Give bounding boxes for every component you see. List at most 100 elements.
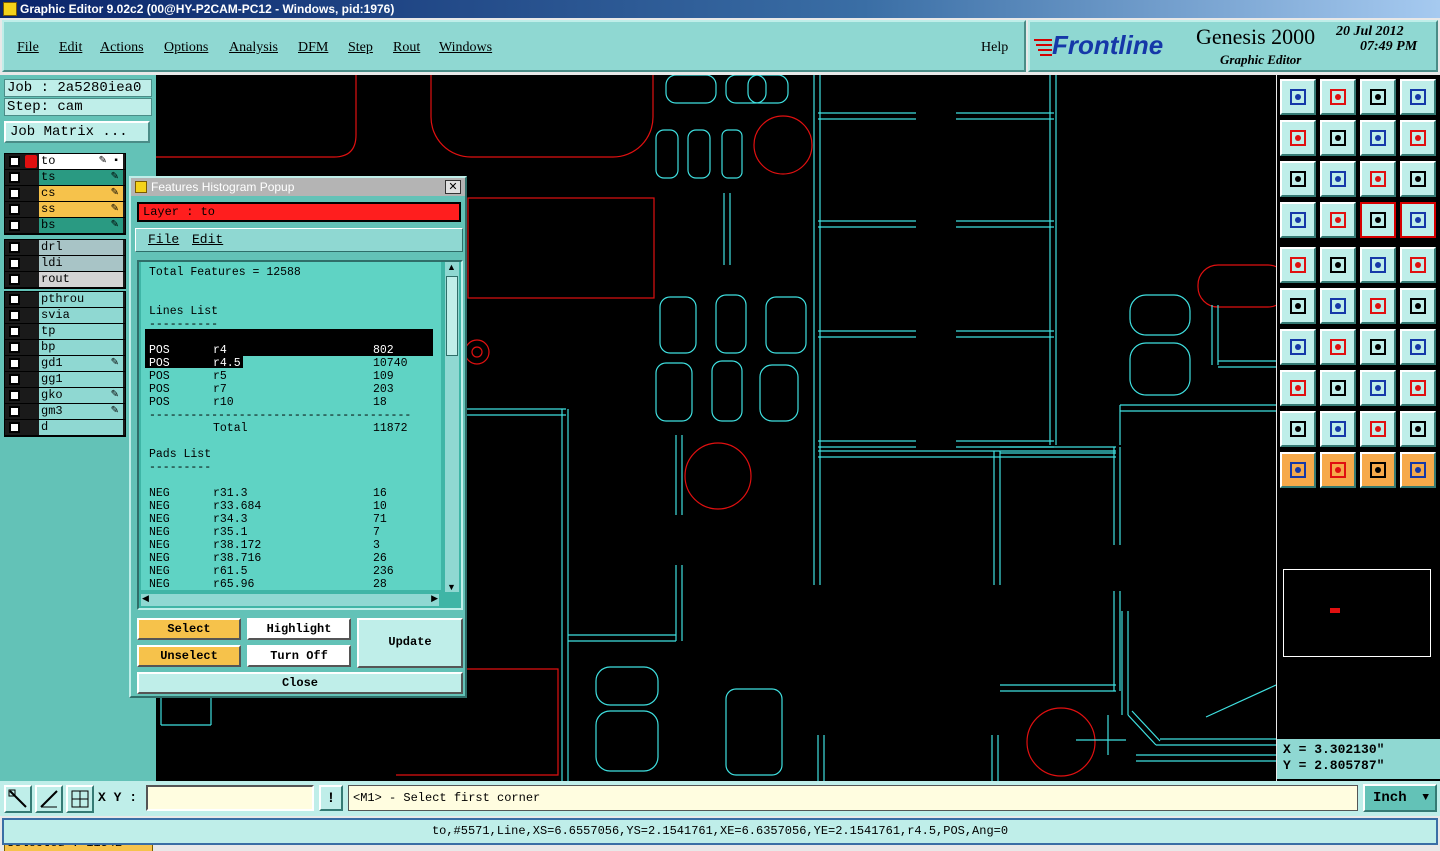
arrow-icon[interactable]: [1280, 452, 1316, 488]
line-icon[interactable]: [1320, 329, 1356, 365]
layer-row[interactable]: bs ✎: [5, 218, 125, 234]
histogram-list[interactable]: Total Features = 12588 Lines List ------…: [137, 260, 463, 610]
layer-row[interactable]: gm3 ✎: [5, 404, 125, 420]
rotate-icon[interactable]: [1360, 329, 1396, 365]
layer-checkbox[interactable]: [9, 390, 20, 401]
camera-icon[interactable]: [1280, 247, 1316, 283]
layer-row[interactable]: d: [5, 420, 125, 436]
layer-checkbox[interactable]: [9, 406, 20, 417]
window-icon[interactable]: [1400, 79, 1436, 115]
polygon-icon[interactable]: [1320, 247, 1356, 283]
layer-checkbox[interactable]: [9, 358, 20, 369]
unit-selector[interactable]: Inch ▼: [1363, 784, 1437, 812]
layer-row[interactable]: pthrou: [5, 292, 125, 308]
scroll-up-icon[interactable]: ▲: [447, 262, 456, 272]
center-icon[interactable]: [1320, 161, 1356, 197]
unselect-button[interactable]: Unselect: [137, 645, 241, 667]
menu-options[interactable]: Options: [164, 40, 208, 56]
layer-row[interactable]: tp: [5, 324, 125, 340]
layer-row[interactable]: drl: [5, 240, 125, 256]
open-job-icon[interactable]: [1280, 79, 1316, 115]
layer-checkbox[interactable]: [9, 274, 20, 285]
dash-icon[interactable]: [1320, 370, 1356, 406]
menu-edit[interactable]: Edit: [59, 40, 82, 56]
layer-name[interactable]: drl: [39, 240, 123, 255]
layer-checkbox[interactable]: [9, 188, 20, 199]
snap-icon[interactable]: [1280, 370, 1316, 406]
scroll-thumb[interactable]: [446, 276, 458, 356]
layers-alt-icon[interactable]: [1400, 202, 1436, 238]
scroll-right-icon[interactable]: ▶: [431, 593, 438, 604]
layer-row[interactable]: gko ✎: [5, 388, 125, 404]
menu-dfm[interactable]: DFM: [298, 40, 328, 56]
layer-row[interactable]: gd1 ✎: [5, 356, 125, 372]
fit-icon[interactable]: [1280, 161, 1316, 197]
layer-checkbox[interactable]: [9, 258, 20, 269]
home-icon[interactable]: [1360, 79, 1396, 115]
triangle-icon[interactable]: [1280, 411, 1316, 447]
menu-file[interactable]: File: [17, 40, 39, 56]
menu-step[interactable]: Step: [348, 40, 373, 56]
cross-icon[interactable]: [1320, 288, 1356, 324]
scroll-left-icon[interactable]: ◀: [142, 593, 149, 604]
vertical-scrollbar[interactable]: ▲ ▼: [445, 262, 459, 592]
menu-help[interactable]: Help: [981, 40, 1008, 56]
layer-name[interactable]: svia: [39, 308, 123, 323]
layer-checkbox[interactable]: [9, 242, 20, 253]
layer-row[interactable]: ts ✎: [5, 170, 125, 186]
horizontal-scrollbar[interactable]: ◀ ▶: [141, 593, 439, 606]
move-icon[interactable]: [1400, 288, 1436, 324]
dimension-icon[interactable]: [1360, 370, 1396, 406]
menu-windows[interactable]: Windows: [439, 40, 492, 56]
layer-name[interactable]: tp: [39, 324, 123, 339]
ruler-icon[interactable]: [1360, 247, 1396, 283]
close-button[interactable]: Close: [137, 672, 463, 694]
redo-icon[interactable]: [1400, 120, 1436, 156]
layer-row[interactable]: to ✎ ▪: [5, 154, 125, 170]
zoom-fit-icon[interactable]: [4, 785, 32, 813]
job-matrix-button[interactable]: Job Matrix ...: [4, 121, 150, 143]
help-icon[interactable]: [1400, 161, 1436, 197]
overview-map[interactable]: [1283, 569, 1431, 657]
menu-analysis[interactable]: Analysis: [229, 40, 278, 56]
zoom-out-icon[interactable]: [1320, 120, 1356, 156]
exclamation-button[interactable]: !: [319, 785, 343, 811]
layer-row[interactable]: ss ✎: [5, 202, 125, 218]
route-icon[interactable]: [1400, 452, 1436, 488]
layer-checkbox[interactable]: [9, 172, 20, 183]
turn-off-button[interactable]: Turn Off: [247, 645, 351, 667]
mirror-icon[interactable]: [1400, 329, 1436, 365]
layer-checkbox[interactable]: [9, 294, 20, 305]
layer-row[interactable]: cs ✎: [5, 186, 125, 202]
layer-name[interactable]: gg1: [39, 372, 123, 387]
layer-checkbox[interactable]: [9, 204, 20, 215]
scroll-down-icon[interactable]: ▼: [447, 582, 456, 592]
layer-row[interactable]: bp: [5, 340, 125, 356]
layer-row[interactable]: gg1: [5, 372, 125, 388]
close-icon[interactable]: ✕: [445, 180, 461, 194]
menu-rout[interactable]: Rout: [393, 40, 420, 56]
zoom-in-icon[interactable]: [1280, 120, 1316, 156]
layer-name[interactable]: ldi: [39, 256, 123, 271]
select-box-icon[interactable]: [1320, 452, 1356, 488]
select-button[interactable]: Select: [137, 618, 241, 640]
layer-checkbox[interactable]: [9, 326, 20, 337]
a-red-icon[interactable]: [1360, 411, 1396, 447]
layer-checkbox[interactable]: [9, 342, 20, 353]
layer-row[interactable]: svia: [5, 308, 125, 324]
dot-icon[interactable]: [1400, 247, 1436, 283]
angle-icon[interactable]: [1280, 329, 1316, 365]
xy-input[interactable]: [146, 785, 314, 811]
tools-icon[interactable]: [1280, 202, 1316, 238]
undo-icon[interactable]: [1360, 120, 1396, 156]
layer-row[interactable]: ldi: [5, 256, 125, 272]
pointer-icon[interactable]: [1360, 288, 1396, 324]
connect-icon[interactable]: [1280, 288, 1316, 324]
layer-checkbox[interactable]: [9, 422, 20, 433]
layer-checkbox[interactable]: [9, 374, 20, 385]
measure-icon[interactable]: [35, 785, 63, 813]
probe-icon[interactable]: [1320, 202, 1356, 238]
layer-checkbox[interactable]: [9, 156, 20, 167]
highlight-button[interactable]: Highlight: [247, 618, 351, 640]
layer-name[interactable]: bp: [39, 340, 123, 355]
